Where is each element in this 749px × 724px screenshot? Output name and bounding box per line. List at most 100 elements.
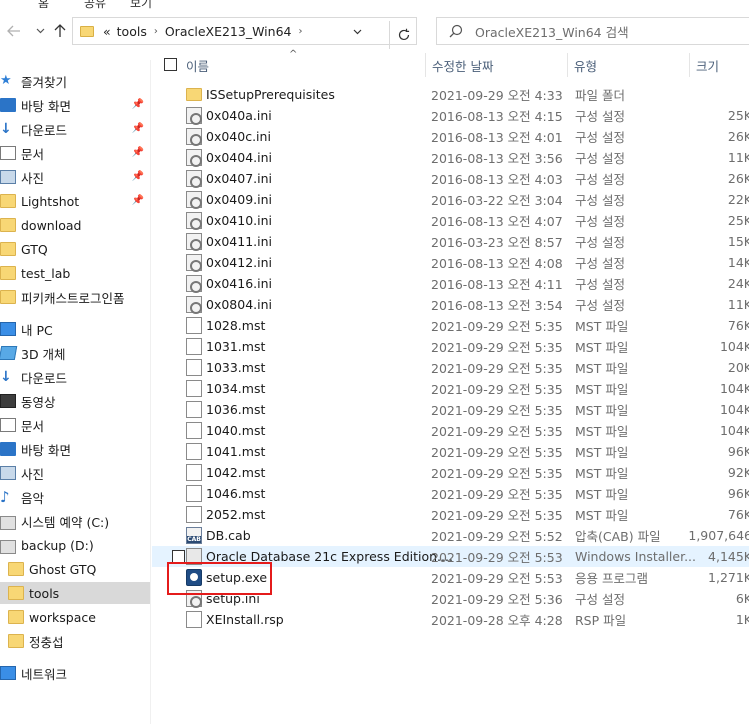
desktop-icon [0,98,16,112]
file-name: 1041.mst [206,444,266,459]
file-row[interactable]: 0x0410.ini 2016-08-13 오전 4:07 구성 설정 25K [152,210,749,231]
sidebar-item-documents-pinned[interactable]: 문서 📌 [0,142,150,164]
file-date: 2021-09-29 오전 5:35 [431,361,563,376]
file-date: 2016-08-13 오전 3:56 [431,151,563,166]
file-type: MST 파일 [575,424,629,439]
sidebar-item-music[interactable]: ♪ 음악 [0,486,150,508]
pin-icon: 📌 [131,195,144,206]
file-row[interactable]: 0x040a.ini 2016-08-13 오전 4:15 구성 설정 25K [152,105,749,126]
file-row[interactable]: 1041.mst 2021-09-29 오전 5:35 MST 파일 96K [152,441,749,462]
file-name: 1046.mst [206,486,266,501]
ribbon-tab-share[interactable]: 공유 [84,0,106,11]
file-type: 구성 설정 [575,151,625,166]
sidebar-item-download[interactable]: download [0,214,150,236]
file-name: 1040.mst [206,423,266,438]
column-header-name[interactable]: 이름 [180,53,426,77]
file-name: 1028.mst [206,318,266,333]
settings-file-icon [186,107,202,125]
sidebar-item-videos[interactable]: 동영상 [0,390,150,412]
file-size: 20K [727,360,749,375]
sidebar-item-pikicast[interactable]: 피키캐스트로그인폼 [0,286,150,308]
file-row[interactable]: 1034.mst 2021-09-29 오전 5:35 MST 파일 104K [152,378,749,399]
sidebar-item-ghost-gtq[interactable]: Ghost GTQ [0,558,150,580]
file-type: 구성 설정 [575,214,625,229]
file-name: ISSetupPrerequisites [206,87,335,102]
sidebar-item-workspace[interactable]: workspace [0,606,150,628]
file-date: 2016-08-13 오전 3:54 [431,298,563,313]
sidebar-item-drive-d[interactable]: backup (D:) [0,534,150,556]
file-size: 76K [727,318,749,333]
search-box[interactable]: OracleXE213_Win64 검색 [436,17,749,45]
file-row[interactable]: 1046.mst 2021-09-29 오전 5:35 MST 파일 96K [152,483,749,504]
file-type: 압축(CAB) 파일 [575,529,661,544]
sidebar-item-lightshot[interactable]: Lightshot 📌 [0,190,150,212]
sidebar-item-gtq[interactable]: GTQ [0,238,150,260]
sidebar-item-pictures[interactable]: 사진 [0,462,150,484]
file-row[interactable]: 0x040c.ini 2016-08-13 오전 4:01 구성 설정 26K [152,126,749,147]
sidebar-item-test-lab[interactable]: test_lab [0,262,150,284]
file-row[interactable]: XEInstall.rsp 2021-09-28 오후 4:28 RSP 파일 1K [152,609,749,630]
file-row[interactable]: 0x0407.ini 2016-08-13 오전 4:03 구성 설정 26K [152,168,749,189]
sidebar-item-user-folder[interactable]: 정충섭 [0,630,150,652]
file-row[interactable]: 2052.mst 2021-09-29 오전 5:35 MST 파일 76K [152,504,749,525]
refresh-button[interactable] [389,21,417,49]
cab-archive-icon [186,527,202,544]
ribbon-tab-view[interactable]: 보기 [130,0,152,11]
file-name: 0x0416.ini [206,276,273,291]
sidebar-item-network[interactable]: 네트워크 [0,662,150,684]
sidebar-item-desktop[interactable]: 바탕 화면 [0,438,150,460]
file-row[interactable]: 0x0416.ini 2016-08-13 오전 4:11 구성 설정 24K [152,273,749,294]
sidebar-item-downloads-pinned[interactable]: ↓ 다운로드 📌 [0,118,150,140]
settings-file-icon [186,254,202,272]
select-all-checkbox[interactable] [164,58,177,71]
sidebar-item-tools[interactable]: tools [0,582,150,604]
drive-icon [0,515,16,530]
breadcrumb-overflow[interactable]: « [100,24,114,39]
file-type: MST 파일 [575,319,629,334]
file-row[interactable]: DB.cab 2021-09-29 오전 5:52 압축(CAB) 파일 1,907,… [152,525,749,546]
sidebar-item-pictures-pinned[interactable]: 사진 📌 [0,166,150,188]
file-date: 2021-09-29 오전 5:35 [431,445,563,460]
file-row[interactable]: 0x0804.ini 2016-08-13 오전 3:54 구성 설정 11K [152,294,749,315]
sidebar-item-favorites[interactable]: ★ 즐겨찾기 [0,70,150,92]
sidebar-item-label: download [21,217,82,233]
address-dropdown-button[interactable] [349,24,365,40]
sidebar-item-drive-c[interactable]: 시스템 예약 (C:) [0,510,150,532]
file-row[interactable]: 0x0412.ini 2016-08-13 오전 4:08 구성 설정 14K [152,252,749,273]
file-row[interactable]: 0x0409.ini 2016-03-22 오전 3:04 구성 설정 22K [152,189,749,210]
file-row[interactable]: 0x0404.ini 2016-08-13 오전 3:56 구성 설정 11K [152,147,749,168]
file-row[interactable]: 1031.mst 2021-09-29 오전 5:35 MST 파일 104K [152,336,749,357]
file-row[interactable]: 1040.mst 2021-09-29 오전 5:35 MST 파일 104K [152,420,749,441]
back-button[interactable] [4,20,24,42]
file-row[interactable]: 1036.mst 2021-09-29 오전 5:35 MST 파일 104K [152,399,749,420]
file-row[interactable]: 1033.mst 2021-09-29 오전 5:35 MST 파일 20K [152,357,749,378]
sidebar-item-3d-objects[interactable]: 3D 개체 [0,342,150,364]
breadcrumb-current[interactable]: OracleXE213_Win64 [162,24,295,39]
file-row[interactable]: 1042.mst 2021-09-29 오전 5:35 MST 파일 92K [152,462,749,483]
sidebar-item-this-pc[interactable]: 내 PC [0,318,150,340]
file-row[interactable]: 0x0411.ini 2016-03-23 오전 8:57 구성 설정 15K [152,231,749,252]
sidebar-item-documents[interactable]: 문서 [0,414,150,436]
file-row[interactable]: 1028.mst 2021-09-29 오전 5:35 MST 파일 76K [152,315,749,336]
recent-locations-button[interactable] [30,20,50,42]
sidebar-item-label: Ghost GTQ [29,561,97,577]
ribbon-tab-home[interactable]: 홈 [38,0,49,11]
file-date: 2016-08-13 오전 4:01 [431,130,563,145]
file-size: 1,271K [708,570,749,585]
column-header-size[interactable]: 크기 [690,53,749,77]
navigation-bar: « tools › OracleXE213_Win64 › OracleXE21… [0,14,749,49]
column-header-date[interactable]: 수정한 날짜 [426,53,568,77]
column-header-size-label: 크기 [696,58,720,74]
breadcrumb-tools[interactable]: tools [114,24,150,39]
file-row[interactable]: ISSetupPrerequisites 2021-09-29 오전 4:33 파일… [152,84,749,105]
sidebar-item-desktop-pinned[interactable]: 바탕 화면 📌 [0,94,150,116]
breadcrumb-separator-icon[interactable]: › [294,26,306,37]
up-button[interactable] [50,20,70,42]
address-bar[interactable]: « tools › OracleXE213_Win64 › [72,17,417,49]
breadcrumb-separator-icon[interactable]: › [150,26,162,37]
column-header-type[interactable]: 유형 [568,53,690,77]
file-size: 96K [727,486,749,501]
picture-icon [0,170,16,184]
folder-icon [0,290,16,304]
sidebar-item-downloads[interactable]: ↓ 다운로드 [0,366,150,388]
